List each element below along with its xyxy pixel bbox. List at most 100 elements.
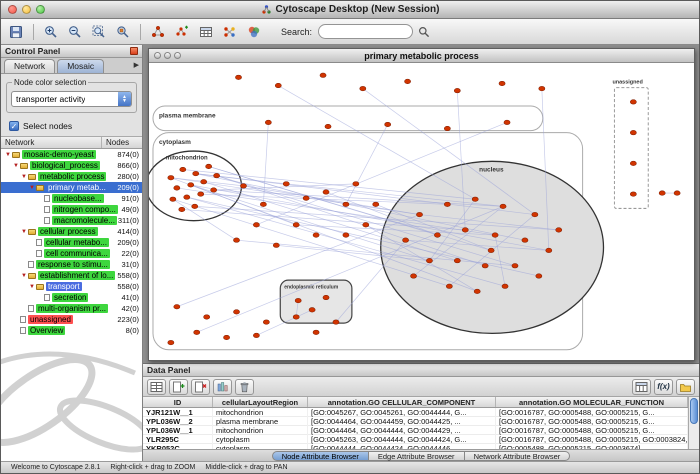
vizmapper-button[interactable] — [243, 21, 265, 42]
expand-icon[interactable]: ▼ — [20, 273, 28, 279]
cell-value[interactable]: mitochondrion — [213, 426, 308, 435]
cell-value[interactable]: mitochondrion — [213, 408, 308, 417]
cell-value[interactable]: [GO:0045267, GO:0045261, GO:0044444, G..… — [308, 408, 496, 417]
close-window-button[interactable] — [8, 5, 17, 14]
tree-item-cell-communica[interactable]: cell communica...22(0) — [1, 248, 142, 259]
cell-id[interactable]: YPL036W__2 — [143, 417, 213, 426]
node-count: 558(0) — [117, 282, 142, 291]
tree-item-secretion[interactable]: secretion41(0) — [1, 292, 142, 303]
cell-value[interactable]: [GO:0016787, GO:0005488, GO:0005215, G..… — [496, 426, 688, 435]
search-input[interactable] — [318, 24, 413, 39]
document-icon — [44, 294, 50, 301]
tab-edge-attribute-browser[interactable]: Edge Attribute Browser — [369, 451, 465, 461]
cell-value[interactable]: [GO:0016787, GO:0005488, GO:0005215, G..… — [496, 408, 688, 417]
select-nodes-row[interactable]: ✓ Select nodes — [1, 117, 142, 136]
network-graph[interactable]: plasma membranecytoplasmmitochondrionnuc… — [149, 63, 694, 360]
column-header[interactable]: annotation.GO CELLULAR_COMPONENT — [308, 397, 496, 407]
zoom-in-button[interactable] — [40, 21, 62, 42]
frame-minimize-button[interactable] — [164, 52, 171, 59]
delete-attribute-button[interactable] — [191, 379, 210, 395]
select-attributes-icon — [150, 381, 163, 393]
cell-value[interactable]: [GO:0044464, GO:0044459, GO:0044425, ... — [308, 417, 496, 426]
cell-value[interactable]: [GO:0044464, GO:0044444, GO:0044429, ... — [308, 426, 496, 435]
column-header[interactable]: ID — [143, 397, 213, 407]
delete-row-button[interactable] — [235, 379, 254, 395]
scrollbar-thumb[interactable] — [690, 398, 698, 424]
column-header[interactable]: annotation.GO MOLECULAR_FUNCTION — [496, 397, 688, 407]
tab-mosaic[interactable]: Mosaic — [57, 59, 104, 73]
tree-item-overview[interactable]: Overview8(0) — [1, 325, 142, 336]
titlebar[interactable]: Cytoscape Desktop (New Session) — [1, 1, 699, 19]
tree-item-primary-metab[interactable]: ▼primary metab...209(0) — [1, 182, 142, 193]
expand-icon[interactable]: ▼ — [28, 185, 36, 191]
formula-button[interactable]: f(x) — [654, 379, 673, 395]
toolbar-separator — [140, 24, 141, 40]
expand-icon[interactable]: ▼ — [20, 174, 28, 180]
tree-item-cellular-metabo[interactable]: cellular metabo...209(0) — [1, 237, 142, 248]
network-canvas[interactable]: plasma membranecytoplasmmitochondrionnuc… — [149, 63, 694, 360]
modify-attribute-button[interactable] — [213, 379, 232, 395]
zoom-selected-button[interactable] — [112, 21, 134, 42]
document-icon — [28, 305, 34, 312]
batch-folder-button[interactable] — [676, 379, 695, 395]
table-scrollbar[interactable] — [688, 397, 699, 449]
column-header-network[interactable]: Network — [1, 137, 102, 148]
float-panel-button[interactable] — [130, 47, 138, 55]
cell-value[interactable]: [GO:0045263, GO:0044444, GO:0044424, G..… — [308, 435, 496, 444]
save-button[interactable] — [5, 21, 27, 42]
zoom-fit-button[interactable] — [88, 21, 110, 42]
tab-scroll-right-icon[interactable]: ▶ — [134, 61, 139, 69]
table-view-button[interactable] — [195, 21, 217, 42]
zoom-window-button[interactable] — [36, 5, 45, 14]
tree-item-multi-organism-pr[interactable]: multi-organism pr...42(0) — [1, 303, 142, 314]
expand-icon[interactable]: ▼ — [12, 163, 20, 169]
minimize-window-button[interactable] — [22, 5, 31, 14]
tree-item-nitrogen-compo[interactable]: nitrogen compo...49(0) — [1, 204, 142, 215]
tree-item-label: unassigned — [28, 315, 73, 324]
create-attribute-button[interactable] — [169, 379, 188, 395]
frame-close-button[interactable] — [154, 52, 161, 59]
column-header-nodes[interactable]: Nodes — [102, 137, 142, 148]
attribute-browser-tabs: Node Attribute BrowserEdge Attribute Bro… — [143, 449, 699, 461]
new-network-from-selection-button[interactable] — [171, 21, 193, 42]
tree-item-cellular-process[interactable]: ▼cellular process414(0) — [1, 226, 142, 237]
tree-item-response-to-stimu[interactable]: response to stimu...31(0) — [1, 259, 142, 270]
tree-item-macromolecule[interactable]: macromolecule...311(0) — [1, 215, 142, 226]
select-attributes-button[interactable] — [147, 379, 166, 395]
tree-item-mosaic-demo-yeast[interactable]: ▼mosaic-demo-yeast874(0) — [1, 149, 142, 160]
node-color-dropdown[interactable]: transporter activity ▲▼ — [11, 91, 132, 107]
expand-icon[interactable]: ▼ — [4, 152, 12, 158]
frame-maximize-button[interactable] — [174, 52, 181, 59]
node-count: 311(0) — [118, 216, 142, 225]
tree-item-biological-process[interactable]: ▼biological_process866(0) — [1, 160, 142, 171]
cell-id[interactable]: YPL036W__1 — [143, 426, 213, 435]
cell-value[interactable]: cytoplasm — [213, 435, 308, 444]
svg-text:plasma membrane: plasma membrane — [159, 112, 216, 119]
tree-item-metabolic-process[interactable]: ▼metabolic process280(0) — [1, 171, 142, 182]
cell-id[interactable]: YLR295C — [143, 435, 213, 444]
hide-selected-button[interactable] — [147, 21, 169, 42]
expand-icon[interactable]: ▼ — [20, 229, 28, 235]
tab-network-attribute-browser[interactable]: Network Attribute Browser — [465, 451, 571, 461]
tree-item-transport[interactable]: ▼transport558(0) — [1, 281, 142, 292]
network-view-frame[interactable]: primary metabolic process plasma membran… — [148, 48, 695, 361]
tree-item-nucleobase[interactable]: nucleobase...91(0) — [1, 193, 142, 204]
tab-network[interactable]: Network — [4, 59, 55, 73]
column-header[interactable]: cellularLayoutRegion — [213, 397, 308, 407]
search-go-button[interactable] — [415, 21, 433, 42]
select-nodes-checkbox[interactable]: ✓ — [9, 121, 19, 131]
import-table-button[interactable] — [632, 379, 651, 395]
cell-value[interactable]: [GO:0016787, GO:0005488, GO:0005215, GO:… — [496, 435, 688, 444]
node-color-selection-label: Node color selection — [12, 78, 88, 87]
tree-item-establishment-of-lo[interactable]: ▼establishment of lo...558(0) — [1, 270, 142, 281]
first-neighbors-button[interactable] — [219, 21, 241, 42]
tab-node-attribute-browser[interactable]: Node Attribute Browser — [272, 451, 369, 461]
cell-value[interactable]: [GO:0016787, GO:0005488, GO:0005215, G..… — [496, 417, 688, 426]
network-view-titlebar[interactable]: primary metabolic process — [149, 49, 694, 63]
expand-icon[interactable]: ▼ — [28, 284, 36, 290]
cell-id[interactable]: YJR121W__1 — [143, 408, 213, 417]
cell-value[interactable]: plasma membrane — [213, 417, 308, 426]
zoom-out-button[interactable] — [64, 21, 86, 42]
tree-item-unassigned[interactable]: unassigned223(0) — [1, 314, 142, 325]
control-panel: Control Panel Network Mosaic ▶ Node colo… — [1, 45, 143, 461]
